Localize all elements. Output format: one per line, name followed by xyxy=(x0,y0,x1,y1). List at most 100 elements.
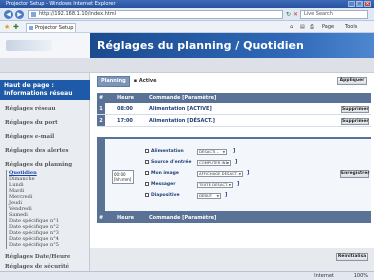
my-image-select[interactable]: AFFICHAGE DÉSACT. xyxy=(197,171,243,177)
page-header: Réglages du planning / Quotidien xyxy=(90,33,374,58)
logo-area xyxy=(0,33,90,58)
sidebar: Haut de page : Informations réseau Régla… xyxy=(0,73,90,271)
row-num: 2 xyxy=(97,115,105,126)
row-command: Alimentation [DÉSACT.] xyxy=(149,118,215,124)
sidebar-item-port[interactable]: Réglages du port xyxy=(5,120,58,127)
col-num-footer: # xyxy=(99,215,104,221)
tree-line xyxy=(6,170,7,249)
page-content: Réglages du planning / Quotidien Haut de… xyxy=(0,33,374,271)
slideshow-checkbox[interactable] xyxy=(145,192,149,197)
header-band xyxy=(0,58,374,73)
url-text: http://192.168.1.10/index.html xyxy=(39,11,117,17)
col-time-footer: Heure xyxy=(117,215,134,221)
feeds-icon[interactable]: ▤ xyxy=(300,24,305,31)
browser-tab[interactable]: Projector Setup xyxy=(26,23,76,32)
add-favorite-icon[interactable]: ✚ xyxy=(13,23,19,31)
bracket: ] xyxy=(247,170,250,176)
close-button[interactable]: × xyxy=(364,1,371,7)
sidebar-item-datetime[interactable]: Réglages Date/Heure xyxy=(5,254,70,261)
bottom-bar: Réinitialisa xyxy=(90,248,374,271)
back-arrow-icon[interactable]: ◀ xyxy=(4,10,13,19)
planning-state: ▪ Active xyxy=(133,78,157,84)
field-my-image: Mon image xyxy=(145,169,179,178)
row-time: 08:00 xyxy=(117,106,133,112)
slideshow-select[interactable]: DÉBUT xyxy=(197,193,221,199)
stop-icon[interactable]: ✕ xyxy=(293,11,298,18)
field-messenger: Messager xyxy=(145,180,175,189)
forward-arrow-icon[interactable]: ▶ xyxy=(15,10,24,19)
row-time: 17:00 xyxy=(117,118,133,124)
slideshow-label: Diapositive xyxy=(151,193,180,198)
messenger-checkbox[interactable] xyxy=(145,181,149,186)
messenger-select[interactable]: TEXTE DÉSACT. xyxy=(197,182,233,188)
refresh-icon[interactable]: ↻ xyxy=(286,11,291,18)
tab-bar: ★ ✚ Projector Setup ⌂ ▤ ⎙ Page Tools xyxy=(0,21,374,33)
zoom-level[interactable]: 100% xyxy=(354,272,368,280)
table-row: 1 08:00 Alimentation [ACTIVE] Supprimer xyxy=(97,103,371,115)
row-command: Alimentation [ACTIVE] xyxy=(149,106,212,112)
my-image-checkbox[interactable] xyxy=(145,170,149,175)
register-button[interactable]: Enregistrer xyxy=(340,170,370,178)
maximize-button[interactable]: □ xyxy=(356,1,363,7)
col-num-header: # xyxy=(99,95,104,101)
table-header: # Heure Commande [Paramètre] xyxy=(97,93,371,103)
page-icon xyxy=(31,12,36,17)
tab-title: Projector Setup xyxy=(35,25,74,31)
apply-button[interactable]: Appliquer xyxy=(337,77,367,85)
bracket: ] xyxy=(233,148,236,154)
status-bar: Internet 100% xyxy=(0,271,374,280)
sidebar-item-security[interactable]: Réglages de sécurité xyxy=(5,264,69,271)
col-command-footer: Commande [Paramètre] xyxy=(149,215,217,221)
address-bar: ◀ ▶ http://192.168.1.10/index.html ↻ ✕ L… xyxy=(0,8,374,21)
planning-label: Planning xyxy=(97,75,130,87)
input-source-select[interactable]: COMPUTER IN1 xyxy=(197,160,231,166)
my-image-label: Mon image xyxy=(151,171,179,176)
window-titlebar: Projector Setup - Windows Internet Explo… xyxy=(0,0,374,8)
delete-button[interactable]: Supprimer xyxy=(341,118,369,125)
search-input[interactable]: Live Search xyxy=(300,10,368,19)
time-input[interactable]: 00:00 [hh:mm] xyxy=(112,170,134,184)
delete-button[interactable]: Supprimer xyxy=(341,106,369,113)
security-zone: Internet xyxy=(314,273,334,279)
table-row: 2 17:00 Alimentation [DÉSACT.] Supprimer xyxy=(97,115,371,127)
planning-status: Planning ▪ Active xyxy=(97,75,157,87)
col-time-header: Heure xyxy=(117,95,134,101)
time-format: [hh:mm] xyxy=(114,177,132,182)
power-label: Alimentation xyxy=(151,149,184,154)
new-entry-panel: 00:00 [hh:mm] Alimentation DÉSACTI... ] … xyxy=(105,139,371,211)
new-entry-row: 00:00 [hh:mm] Alimentation DÉSACTI... ] … xyxy=(97,137,371,213)
minimize-button[interactable]: _ xyxy=(348,1,355,7)
sidebar-item-schedule[interactable]: Réglages du planning xyxy=(5,162,72,169)
sidebar-item-network[interactable]: Réglages réseau xyxy=(5,106,55,113)
input-source-label: Source d'entrée xyxy=(151,160,192,165)
home-icon[interactable]: ⌂ xyxy=(290,24,293,31)
field-input-source: Source d'entrée xyxy=(145,158,191,167)
window-controls: _ □ × xyxy=(348,1,371,7)
col-command-header: Commande [Paramètre] xyxy=(149,95,217,101)
search-placeholder: Live Search xyxy=(304,11,333,17)
power-select[interactable]: DÉSACTI... xyxy=(197,149,227,155)
sidebar-item-alerts[interactable]: Réglages des alertes xyxy=(5,148,68,155)
favorites-star-icon[interactable]: ★ xyxy=(4,23,10,31)
row-num: 1 xyxy=(97,103,105,114)
sidebar-subitem-date5[interactable]: Date spécifique n°5 xyxy=(9,242,59,248)
main-panel: Planning ▪ Active Appliquer # Heure Comm… xyxy=(90,73,374,271)
url-input[interactable]: http://192.168.1.10/index.html xyxy=(28,10,283,19)
bracket: ] xyxy=(235,159,238,165)
page-title: Réglages du planning / Quotidien xyxy=(97,39,304,52)
tab-page-icon xyxy=(29,26,33,30)
print-icon[interactable]: ⎙ xyxy=(310,24,314,31)
reset-button[interactable]: Réinitialisa xyxy=(336,253,368,261)
tools-menu[interactable]: Tools xyxy=(345,24,357,31)
sidebar-item-home[interactable]: Haut de page : Informations réseau xyxy=(0,80,90,100)
power-checkbox[interactable] xyxy=(145,148,149,153)
sidebar-item-email[interactable]: Réglages e-mail xyxy=(5,134,54,141)
logo xyxy=(6,40,52,51)
messenger-label: Messager xyxy=(151,182,176,187)
input-source-checkbox[interactable] xyxy=(145,159,149,164)
field-slideshow: Diapositive xyxy=(145,191,180,200)
window-title: Projector Setup - Windows Internet Explo… xyxy=(6,1,116,7)
bracket: ] xyxy=(225,192,228,198)
table-footer-header: # Heure Commande [Paramètre] xyxy=(97,213,371,223)
page-menu[interactable]: Page xyxy=(322,24,334,31)
